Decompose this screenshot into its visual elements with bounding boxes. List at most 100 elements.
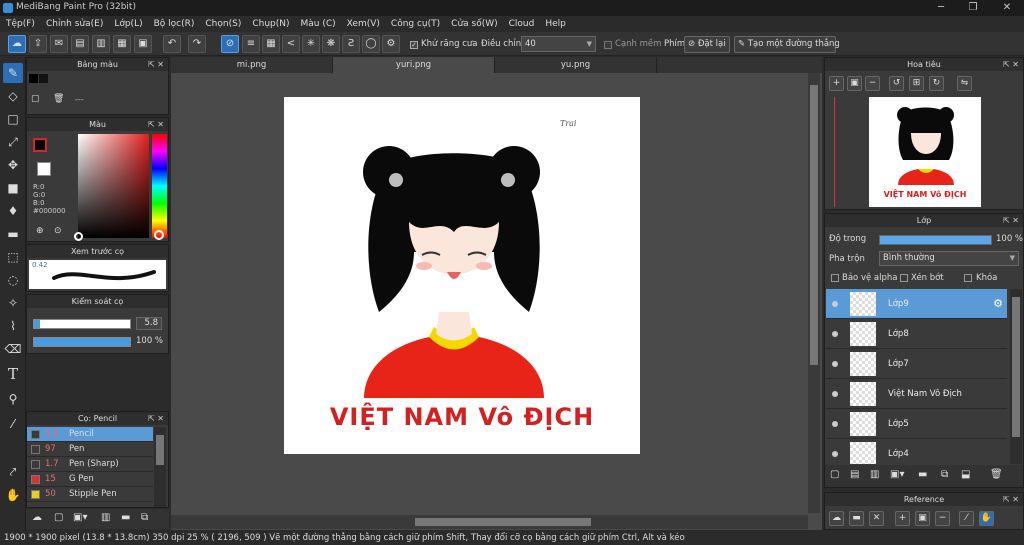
layer-row[interactable]: Lớp7 (826, 349, 1007, 379)
menu-color[interactable]: Màu (C) (301, 19, 336, 29)
palette-swatch[interactable] (29, 74, 38, 83)
parallel-snap-icon[interactable]: ≡ (242, 35, 260, 53)
layer-row[interactable]: Lớp9 ⚙ (826, 289, 1007, 319)
saturation-value-picker[interactable] (74, 134, 149, 241)
soft-edge-checkbox[interactable] (604, 41, 612, 49)
move-tool-icon[interactable]: ✥ (3, 155, 23, 175)
duplicate-icon[interactable]: ⧉ (141, 512, 148, 523)
brush-item[interactable]: 97 Pen (27, 442, 153, 457)
panel-close-icon[interactable]: ⇱ ✕ (148, 118, 164, 131)
eyedropper-tool-icon[interactable]: ⁄ (3, 414, 23, 434)
panel-close-icon[interactable]: ⇱ ✕ (148, 58, 164, 71)
visibility-icon[interactable] (832, 390, 838, 397)
trash-icon[interactable]: 🗑 (990, 469, 1003, 480)
artwork-canvas[interactable]: Trai VIỆT NAM Vô ĐỊCH (284, 97, 640, 454)
clipping-checkbox[interactable] (900, 274, 908, 282)
menu-cloud[interactable]: Cloud (509, 19, 535, 29)
foreground-color-swatch[interactable] (33, 138, 47, 152)
brush-settings-icon[interactable]: ▣▾ (73, 512, 87, 523)
select-pen-tool-icon[interactable]: ⌇ (3, 316, 23, 336)
protect-alpha-checkbox[interactable] (831, 274, 839, 282)
brush-item[interactable]: 1.7 Pen (Sharp) (27, 457, 153, 472)
tab-yuri[interactable]: yuri.png (333, 57, 495, 73)
pipette-tool-icon[interactable]: ⤤ (3, 462, 23, 482)
fill-rect-tool-icon[interactable]: ■ (3, 178, 23, 198)
menu-window[interactable]: Cửa số(W) (451, 19, 497, 29)
color-settings-icon[interactable]: ⊙ (54, 226, 62, 236)
document-icon[interactable]: ▥ (92, 35, 110, 53)
radial-snap-icon[interactable]: ✳ (302, 35, 320, 53)
magic-wand-tool-icon[interactable]: ✧ (3, 293, 23, 313)
snap-settings-icon[interactable]: ⚙ (382, 35, 400, 53)
visibility-icon[interactable] (832, 330, 838, 337)
menu-select[interactable]: Chọn(S) (205, 19, 241, 29)
layout-icon[interactable]: ▦ (113, 35, 131, 53)
merge-down-icon[interactable]: ⬓ (961, 469, 970, 480)
cloud-brush-icon[interactable]: ☁ (32, 512, 42, 523)
rotate-right-icon[interactable]: ↻ (929, 76, 944, 91)
panel-close-icon[interactable]: ⇱ ✕ (1003, 493, 1019, 506)
layer-row[interactable]: Lớp8 (826, 319, 1007, 349)
dot-pen-tool-icon[interactable]: ⤢ (3, 132, 23, 152)
radial-line-icon[interactable]: ❋ (322, 35, 340, 53)
layer-row[interactable]: Việt Nam Vô Địch (826, 379, 1007, 409)
hue-handle[interactable] (154, 230, 164, 240)
visibility-icon[interactable] (832, 360, 838, 367)
cloud-icon[interactable]: ☁ (8, 35, 26, 53)
divide-tool-icon[interactable]: ⚲ (3, 389, 23, 409)
close-button[interactable]: ✕ (996, 1, 1018, 14)
zoom-in-icon[interactable]: + (829, 76, 844, 91)
add-layer-menu-icon[interactable]: ▣▾ (890, 469, 904, 480)
brush-item[interactable]: 15 G Pen (27, 472, 153, 487)
zoom-out-icon[interactable]: − (935, 511, 950, 526)
panel-close-icon[interactable]: ⇱ ✕ (1003, 58, 1019, 71)
circle-snap-icon[interactable]: ◯ (362, 35, 380, 53)
tab-mi[interactable]: mi.png (171, 57, 333, 73)
redo-icon[interactable]: ↷ (188, 35, 206, 53)
lock-checkbox[interactable] (964, 274, 972, 282)
antialias-checkbox[interactable]: ✓ (410, 41, 418, 49)
menu-file[interactable]: Tệp(F) (6, 19, 35, 29)
brush-opacity-slider[interactable] (33, 337, 131, 347)
zoom-in-icon[interactable]: + (895, 511, 910, 526)
vanish-snap-icon[interactable]: < (282, 35, 300, 53)
adjust-select[interactable]: 40 ▼ (521, 36, 596, 52)
folder-icon[interactable]: ▬ (918, 469, 927, 480)
close-icon[interactable]: ✕ (869, 511, 884, 526)
zoom-fit-icon[interactable]: ▣ (847, 76, 862, 91)
folder-icon[interactable]: ▬ (121, 512, 130, 523)
layer-row[interactable]: Lớp5 (826, 409, 1007, 439)
eraser-tool-icon[interactable]: ◇ (3, 86, 23, 106)
rotate-left-icon[interactable]: ↺ (889, 76, 904, 91)
upload-icon[interactable]: ⇪ (29, 35, 47, 53)
select-tool-icon[interactable]: ⬚ (3, 247, 23, 267)
folder-open-icon[interactable]: ▬ (849, 511, 864, 526)
new-layer-icon[interactable]: ▢ (830, 469, 839, 480)
curve-snap-icon[interactable]: Ƨ (342, 35, 360, 53)
lasso-tool-icon[interactable]: ◌ (3, 270, 23, 290)
brush-tool-icon[interactable]: ✎ (3, 63, 23, 83)
color-picker-handle[interactable] (74, 232, 83, 241)
menu-view[interactable]: Xem(V) (347, 19, 380, 29)
visibility-icon[interactable] (832, 300, 838, 307)
cloud-icon[interactable]: ☁ (829, 511, 844, 526)
cross-snap-icon[interactable]: ▦ (262, 35, 280, 53)
undo-icon[interactable]: ↶ (163, 35, 181, 53)
layer-row[interactable]: Lớp4 (826, 439, 1007, 464)
snap-off-icon[interactable]: ⊘ (221, 35, 239, 53)
reset-button[interactable]: ⊘ Đặt lại (684, 36, 730, 53)
hand-tool-icon[interactable]: ✋ (3, 485, 23, 505)
comment-icon[interactable]: ✉ (50, 35, 68, 53)
menu-filter[interactable]: Bộ lọc(R) (154, 19, 195, 29)
layer-list-scrollbar[interactable] (1010, 289, 1022, 464)
gradient-tool-icon[interactable]: ▬ (3, 224, 23, 244)
visibility-icon[interactable] (832, 450, 838, 457)
canvas-horizontal-scrollbar[interactable] (171, 515, 808, 529)
visibility-icon[interactable] (832, 420, 838, 427)
menu-help[interactable]: Help (545, 19, 566, 29)
canvas-vertical-scrollbar[interactable] (808, 73, 820, 513)
brush-size-value[interactable]: 5.8 (136, 317, 162, 330)
maximize-button[interactable]: ❐ (962, 1, 984, 14)
zoom-out-icon[interactable]: − (865, 76, 880, 91)
tab-yu[interactable]: yu.png (495, 57, 657, 73)
